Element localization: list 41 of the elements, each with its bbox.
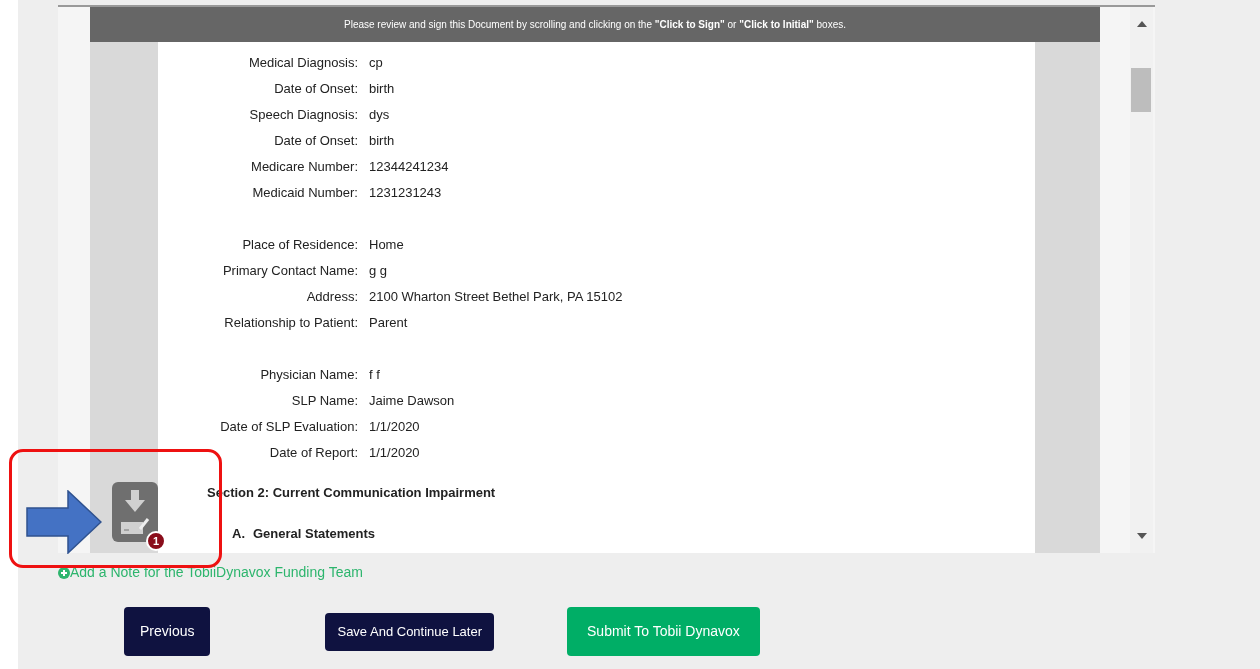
scroll-up-icon[interactable]: [1136, 21, 1147, 27]
field-value: 1/1/2020: [369, 444, 420, 463]
field-label: Primary Contact Name:: [221, 262, 358, 281]
scroll-down-icon[interactable]: [1136, 533, 1147, 539]
field-value: Home: [369, 236, 404, 255]
field-value: 1/1/2020: [369, 418, 420, 437]
field-value: dys: [369, 106, 390, 125]
arrow-icon: [26, 490, 102, 554]
field-value: cp: [369, 54, 383, 73]
previous-button[interactable]: Previous: [124, 607, 211, 656]
field-label: Medical Diagnosis:: [247, 54, 358, 73]
field-label: Date of Report:: [268, 444, 358, 463]
field-label: Relationship to Patient:: [223, 314, 358, 333]
instruction-banner: Please review and sign this Document by scrolling and clicking on the "Click to Sign" or "Click to Initial" boxes.: [90, 7, 1100, 42]
field-value: f f: [369, 366, 380, 385]
field-label: Address:: [305, 288, 358, 307]
scrollbar[interactable]: [1130, 7, 1153, 553]
field-label: Physician Name:: [259, 366, 358, 385]
field-value: g g: [369, 262, 388, 281]
field-label: Date of SLP Evaluation:: [219, 418, 358, 437]
field-value: birth: [369, 80, 395, 99]
field-label: SLP Name:: [290, 392, 358, 411]
field-value: birth: [369, 132, 395, 151]
field-value: 2100 Wharton Street Bethel Park, PA 15102: [369, 288, 623, 307]
field-value: Jaime Dawson: [369, 392, 455, 411]
scroll-thumb[interactable]: [1131, 68, 1151, 112]
subheading: General Statements: [253, 524, 376, 543]
field-label: Medicaid Number:: [251, 184, 358, 203]
save-button[interactable]: Save And Continue Later: [325, 612, 495, 651]
field-label: Speech Diagnosis:: [248, 106, 358, 125]
field-label: Date of Onset:: [273, 80, 358, 99]
field-label: Place of Residence:: [241, 236, 358, 255]
field-label: Date of Onset:: [273, 132, 358, 151]
field-value: Parent: [369, 314, 408, 333]
field-value: 12344241234: [369, 158, 449, 177]
list-marker: A.: [232, 524, 245, 543]
download-icon: [123, 489, 147, 513]
signature-icon: [120, 517, 150, 535]
plus-circle-icon: [58, 566, 70, 579]
field-label: Medicare Number:: [250, 158, 358, 177]
field-value: 1231231243: [369, 184, 442, 203]
